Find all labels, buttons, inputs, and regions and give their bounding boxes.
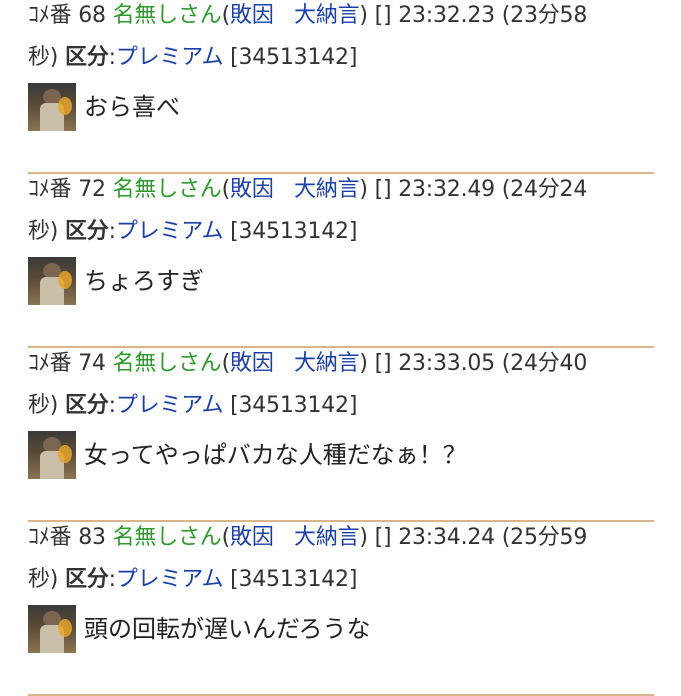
paren-open: ( xyxy=(221,351,231,376)
brackets: [] xyxy=(374,3,392,28)
timestamp: 23:34.24 xyxy=(398,525,495,550)
paren-open: ( xyxy=(221,525,231,550)
kubun-link[interactable]: プレミアム xyxy=(116,567,224,592)
elapsed-time-cont: 秒) xyxy=(28,567,59,592)
elapsed-time: (25分59 xyxy=(501,525,588,550)
comment-message: 女ってやっぱバカな人種だなぁ！？ xyxy=(84,441,467,469)
brackets: [] xyxy=(374,351,392,376)
comment-item: ｺﾒ番 74 名無しさん(敗因 大納言) [] 23:33.05 (24分40 … xyxy=(28,348,654,522)
comment-number: 74 xyxy=(78,351,106,376)
timestamp: 23:32.49 xyxy=(398,177,495,202)
kubun-link[interactable]: プレミアム xyxy=(116,219,224,244)
brackets: [] xyxy=(374,525,392,550)
comment-item: ｺﾒ番 72 名無しさん(敗因 大納言) [] 23:32.49 (24分24 … xyxy=(28,174,654,348)
comment-body: 女ってやっぱバカな人種だなぁ！？ xyxy=(28,430,467,480)
kubun-label: 区分 xyxy=(64,45,109,70)
user-id: [34513142] xyxy=(230,45,358,70)
elapsed-time-cont: 秒) xyxy=(28,45,59,70)
comment-meta: 秒) 区分:プレミアム [34513142] xyxy=(28,219,357,245)
avatar[interactable] xyxy=(28,83,76,131)
comment-number: 72 xyxy=(78,177,106,202)
kubun-label: 区分 xyxy=(64,393,109,418)
avatar[interactable] xyxy=(28,431,76,479)
kubun-label: 区分 xyxy=(64,219,109,244)
cause-link[interactable]: 敗因 xyxy=(230,351,274,376)
poster-name: 名無しさん xyxy=(112,525,222,550)
cause-link[interactable]: 敗因 xyxy=(230,177,274,202)
brackets: [] xyxy=(374,177,392,202)
elapsed-time: (23分58 xyxy=(501,3,588,28)
comment-message: おら喜べ xyxy=(84,93,180,121)
kubun-colon: : xyxy=(108,393,116,418)
poster-name: 名無しさん xyxy=(112,177,222,202)
kubun-colon: : xyxy=(108,45,116,70)
paren-open: ( xyxy=(221,177,231,202)
poster-name: 名無しさん xyxy=(112,3,222,28)
comment-message: ちょろすぎ xyxy=(84,267,204,295)
kubun-link[interactable]: プレミアム xyxy=(116,393,224,418)
comment-number: 68 xyxy=(78,3,106,28)
comment-message: 頭の回転が遅いんだろうな xyxy=(84,615,371,643)
comment-meta: 秒) 区分:プレミアム [34513142] xyxy=(28,45,357,71)
kubun-link[interactable]: プレミアム xyxy=(116,45,224,70)
comment-header: ｺﾒ番 74 名無しさん(敗因 大納言) [] 23:33.05 (24分40 xyxy=(28,351,587,377)
elapsed-time: (24分24 xyxy=(501,177,588,202)
comment-meta: 秒) 区分:プレミアム [34513142] xyxy=(28,393,357,419)
comment-header: ｺﾒ番 72 名無しさん(敗因 大納言) [] 23:32.49 (24分24 xyxy=(28,177,587,203)
timestamp: 23:32.23 xyxy=(398,3,495,28)
comment-header: ｺﾒ番 68 名無しさん(敗因 大納言) [] 23:32.23 (23分58 xyxy=(28,3,587,29)
rank-link[interactable]: 大納言 xyxy=(294,177,360,202)
comment-label: ｺﾒ番 xyxy=(28,3,72,28)
user-id: [34513142] xyxy=(230,393,358,418)
kubun-label: 区分 xyxy=(64,567,109,592)
comment-label: ｺﾒ番 xyxy=(28,351,72,376)
poster-name: 名無しさん xyxy=(112,351,222,376)
elapsed-time: (24分40 xyxy=(501,351,588,376)
kubun-colon: : xyxy=(108,219,116,244)
cause-link[interactable]: 敗因 xyxy=(230,525,274,550)
user-id: [34513142] xyxy=(230,567,358,592)
kubun-colon: : xyxy=(108,567,116,592)
rank-link[interactable]: 大納言 xyxy=(294,525,360,550)
comment-label: ｺﾒ番 xyxy=(28,177,72,202)
user-id: [34513142] xyxy=(230,219,358,244)
elapsed-time-cont: 秒) xyxy=(28,393,59,418)
paren-close: ) xyxy=(359,3,368,28)
comment-body: ちょろすぎ xyxy=(28,256,204,306)
avatar[interactable] xyxy=(28,605,76,653)
comment-item: ｺﾒ番 68 名無しさん(敗因 大納言) [] 23:32.23 (23分58 … xyxy=(28,0,654,174)
comment-label: ｺﾒ番 xyxy=(28,525,72,550)
rank-link[interactable]: 大納言 xyxy=(294,351,360,376)
comment-header: ｺﾒ番 83 名無しさん(敗因 大納言) [] 23:34.24 (25分59 xyxy=(28,525,587,551)
elapsed-time-cont: 秒) xyxy=(28,219,59,244)
comment-body: おら喜べ xyxy=(28,82,180,132)
paren-close: ) xyxy=(359,177,368,202)
paren-open: ( xyxy=(221,3,231,28)
timestamp: 23:33.05 xyxy=(398,351,495,376)
avatar[interactable] xyxy=(28,257,76,305)
comment-body: 頭の回転が遅いんだろうな xyxy=(28,604,371,654)
paren-close: ) xyxy=(359,351,368,376)
comment-meta: 秒) 区分:プレミアム [34513142] xyxy=(28,567,357,593)
comment-item: ｺﾒ番 83 名無しさん(敗因 大納言) [] 23:34.24 (25分59 … xyxy=(28,522,654,696)
comment-number: 83 xyxy=(78,525,106,550)
rank-link[interactable]: 大納言 xyxy=(294,3,360,28)
cause-link[interactable]: 敗因 xyxy=(230,3,274,28)
paren-close: ) xyxy=(359,525,368,550)
